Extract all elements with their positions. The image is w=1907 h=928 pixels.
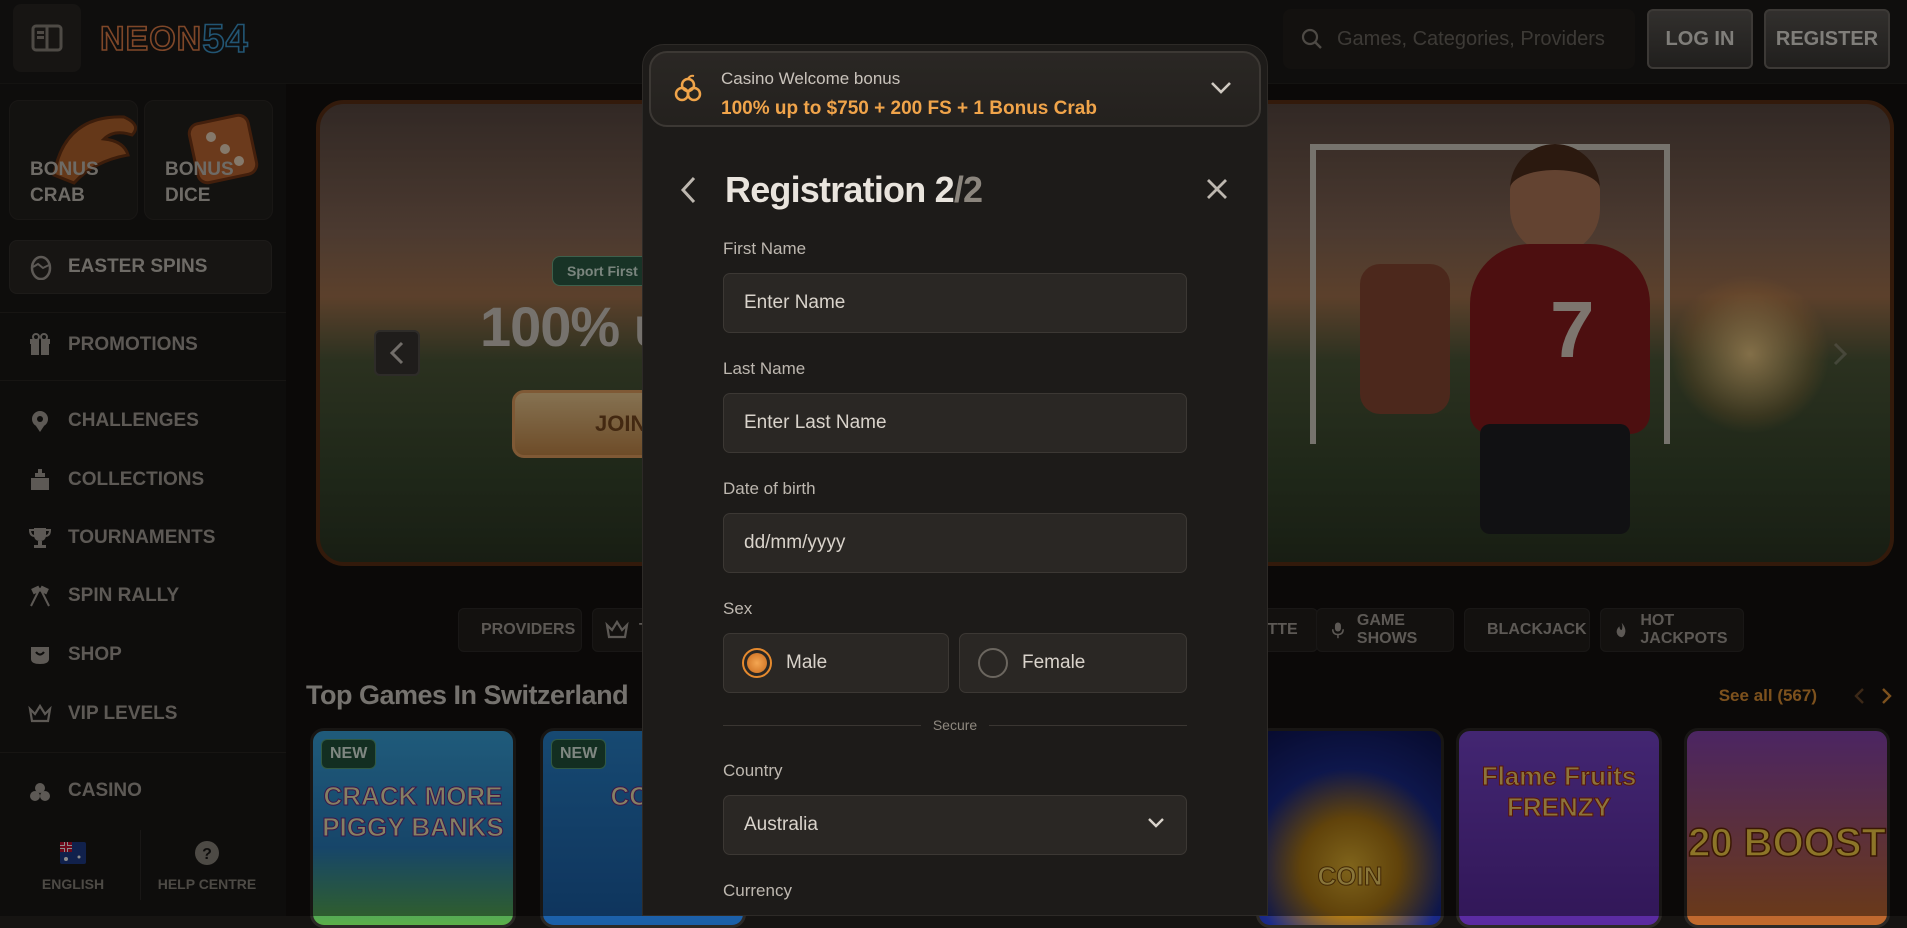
sex-label: Sex (723, 599, 752, 619)
country-select[interactable]: Australia (723, 795, 1187, 855)
registration-header: Registration 2/2 (679, 167, 1229, 217)
last-name-label: Last Name (723, 359, 805, 379)
chevron-down-icon (1209, 79, 1233, 95)
step-indicator: /2 (954, 169, 982, 210)
country-label: Country (723, 761, 783, 781)
chevron-down-icon (1146, 816, 1166, 830)
currency-label: Currency (723, 881, 792, 901)
first-name-field[interactable]: Enter Name (723, 273, 1187, 333)
chevron-left-icon (679, 175, 697, 205)
bonus-title: Casino Welcome bonus (721, 69, 900, 89)
dob-field[interactable]: dd/mm/yyyy (723, 513, 1187, 573)
secure-label: Secure (921, 717, 989, 733)
sex-female-label: Female (1022, 652, 1085, 674)
back-button[interactable] (679, 175, 697, 210)
radio-unselected-icon (978, 648, 1008, 678)
bonus-offer: 100% up to $750 + 200 FS + 1 Bonus Crab (721, 98, 1097, 120)
title-text: Registration 2 (725, 169, 954, 210)
dob-label: Date of birth (723, 479, 816, 499)
cherries-icon (673, 74, 703, 104)
last-name-field[interactable]: Enter Last Name (723, 393, 1187, 453)
registration-title: Registration 2/2 (725, 169, 982, 211)
country-value: Australia (744, 814, 818, 836)
first-name-label: First Name (723, 239, 806, 259)
secure-divider: Secure (723, 715, 1187, 735)
sex-male-label: Male (786, 652, 827, 674)
sex-male-option[interactable]: Male (723, 633, 949, 693)
registration-modal: Casino Welcome bonus 100% up to $750 + 2… (642, 44, 1268, 916)
radio-selected-icon (742, 648, 772, 678)
welcome-bonus-selector[interactable]: Casino Welcome bonus 100% up to $750 + 2… (649, 51, 1261, 127)
close-button[interactable] (1205, 177, 1229, 206)
close-icon (1205, 177, 1229, 201)
sex-female-option[interactable]: Female (959, 633, 1187, 693)
